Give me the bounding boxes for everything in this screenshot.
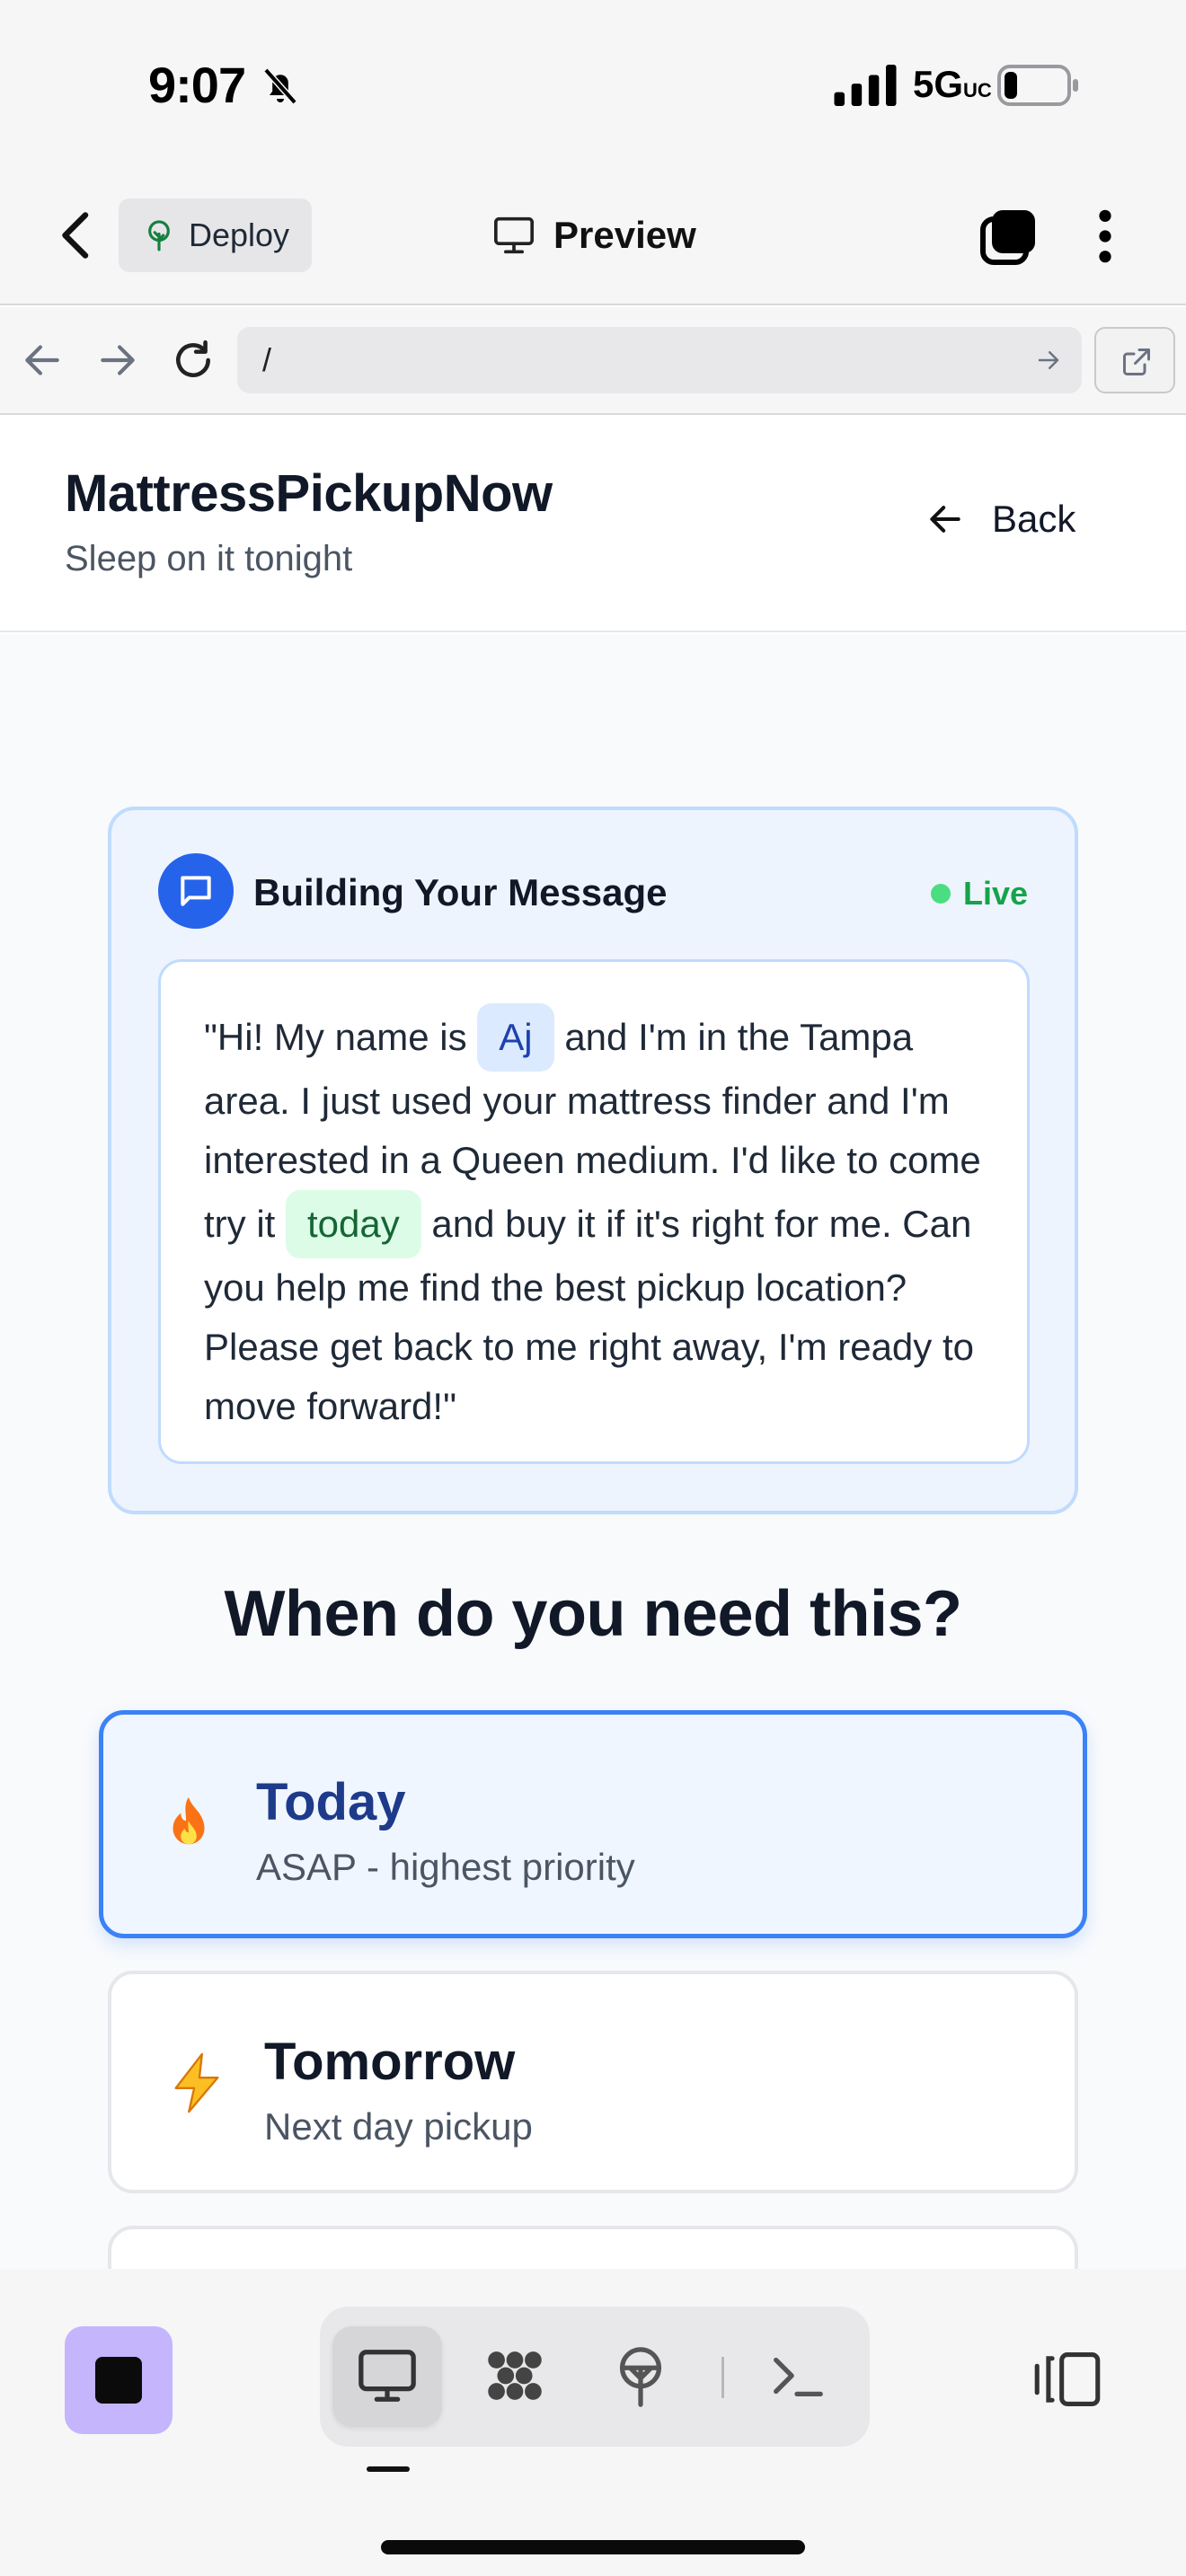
- option-tomorrow[interactable]: Tomorrow Next day pickup: [108, 1971, 1078, 2193]
- name-chip: Aj: [477, 1003, 554, 1072]
- status-time: 9:07: [148, 57, 246, 113]
- live-status: Live: [930, 875, 1028, 913]
- tab-preview[interactable]: [332, 2326, 442, 2427]
- timing-chip: today: [286, 1190, 421, 1258]
- workflow-icon: [488, 2351, 542, 2400]
- bottom-toolbar: [0, 2269, 1186, 2576]
- message-preview-card: Building Your Message Live "Hi! My name …: [108, 807, 1078, 1514]
- stop-button[interactable]: [65, 2326, 173, 2434]
- preview-title: Preview: [492, 208, 696, 262]
- panel-toggle-icon[interactable]: [1033, 2350, 1102, 2409]
- message-card-title: Building Your Message: [253, 871, 668, 913]
- network-label: 5G: [913, 63, 964, 105]
- deploy-button[interactable]: Deploy: [119, 198, 312, 272]
- monitor-icon: [494, 216, 534, 254]
- view-switcher: [320, 2307, 870, 2447]
- option-subtitle: ASAP - highest priority: [256, 1846, 635, 1888]
- option-subtitle: Next day pickup: [264, 2105, 533, 2148]
- network-indicator: 5GUC: [913, 63, 992, 106]
- tabs-icon[interactable]: [979, 208, 1037, 266]
- option-today[interactable]: Today ASAP - highest priority: [99, 1710, 1087, 1938]
- brand-title[interactable]: MattressPickupNow: [65, 463, 553, 524]
- more-vertical-icon[interactable]: [1084, 207, 1127, 266]
- home-indicator: [381, 2540, 805, 2554]
- tab-deploy[interactable]: [586, 2326, 695, 2427]
- tab-terminal[interactable]: [742, 2326, 852, 2427]
- network-suffix: UC: [963, 79, 992, 101]
- arrow-left-icon[interactable]: [20, 338, 65, 383]
- tab-workflow[interactable]: [460, 2326, 570, 2427]
- cellular-signal-icon: [834, 65, 897, 106]
- message-part: "Hi! My name is: [204, 1016, 478, 1058]
- deploy-label: Deploy: [189, 216, 290, 253]
- brand-tagline: Sleep on it tonight: [65, 539, 353, 578]
- lightning-icon: [174, 2052, 219, 2113]
- external-link-icon: [1123, 348, 1150, 375]
- message-text: "Hi! My name is Aj and I'm in the Tampa …: [158, 959, 1030, 1464]
- open-external-button[interactable]: [1094, 327, 1175, 393]
- terminal-icon: [774, 2357, 823, 2397]
- chevron-left-icon[interactable]: [54, 208, 99, 262]
- active-tab-indicator: [367, 2466, 410, 2472]
- bell-slash-icon: [263, 67, 297, 105]
- monitor-icon: [358, 2350, 416, 2402]
- option-title: Tomorrow: [264, 2033, 516, 2091]
- status-bar: 9:07 5GUC: [0, 0, 1186, 171]
- live-dot-icon: [930, 884, 951, 904]
- back-label: Back: [992, 498, 1076, 540]
- browser-bar: /: [0, 307, 1186, 415]
- app-toolbar: Deploy Preview: [0, 171, 1186, 305]
- go-arrow-icon[interactable]: [1035, 347, 1062, 374]
- message-icon-badge: [158, 853, 234, 929]
- deploy-tree-icon: [148, 220, 170, 251]
- fire-icon: [173, 1796, 205, 1845]
- segment-divider: [721, 2357, 724, 2398]
- arrow-left-icon: [930, 506, 960, 533]
- arrow-right-icon[interactable]: [95, 338, 140, 383]
- reload-icon[interactable]: [171, 338, 216, 383]
- chat-bubble-icon: [181, 876, 211, 906]
- site-header: MattressPickupNow Sleep on it tonight Ba…: [0, 417, 1186, 632]
- deploy-icon: [619, 2347, 662, 2407]
- preview-label: Preview: [553, 214, 696, 256]
- live-label: Live: [962, 875, 1028, 912]
- url-text: /: [262, 341, 272, 378]
- main-content: Building Your Message Live "Hi! My name …: [0, 634, 1186, 2269]
- back-button[interactable]: Back: [925, 498, 1075, 541]
- battery-icon: [997, 65, 1078, 106]
- url-input[interactable]: /: [237, 327, 1082, 393]
- question-heading: When do you need this?: [224, 1578, 962, 1650]
- stop-icon: [95, 2357, 142, 2404]
- option-card[interactable]: [108, 2226, 1078, 2269]
- option-title: Today: [256, 1773, 406, 1831]
